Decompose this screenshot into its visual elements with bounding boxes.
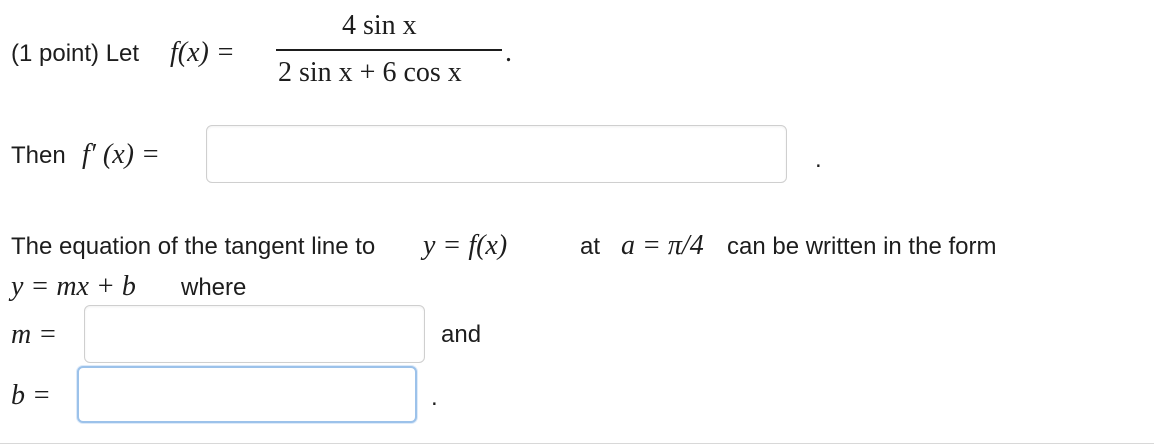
tangent-equation-y: y = f(x) [423,230,508,261]
intercept-period: . [431,384,438,411]
tangent-text-a: The equation of the tangent line to [11,233,376,260]
problem-period: . [505,37,512,68]
tangent-point: a = π/4 [621,230,704,261]
points-label: (1 point) Let [11,40,140,67]
tangent-text-at: at [580,233,601,260]
where-label: where [181,274,247,301]
derivative-answer-input[interactable] [206,125,787,183]
slope-answer-input[interactable] [84,305,425,363]
slope-label: m = [11,319,58,350]
then-label: Then [11,142,66,169]
bottom-divider [0,443,1154,444]
derivative-label: f′ (x) = [82,139,160,170]
fraction-numerator: 4 sin x [342,10,417,41]
intercept-label: b = [11,380,51,411]
tangent-text-form: can be written in the form [727,233,997,260]
fraction-denominator: 2 sin x + 6 cos x [278,57,462,88]
intercept-answer-input[interactable] [77,366,417,423]
derivative-period: . [815,146,822,173]
function-lhs: f(x) = [170,37,235,68]
and-label: and [441,321,482,348]
line-form-equation: y = mx + b [11,271,136,302]
fraction-bar [276,49,502,51]
